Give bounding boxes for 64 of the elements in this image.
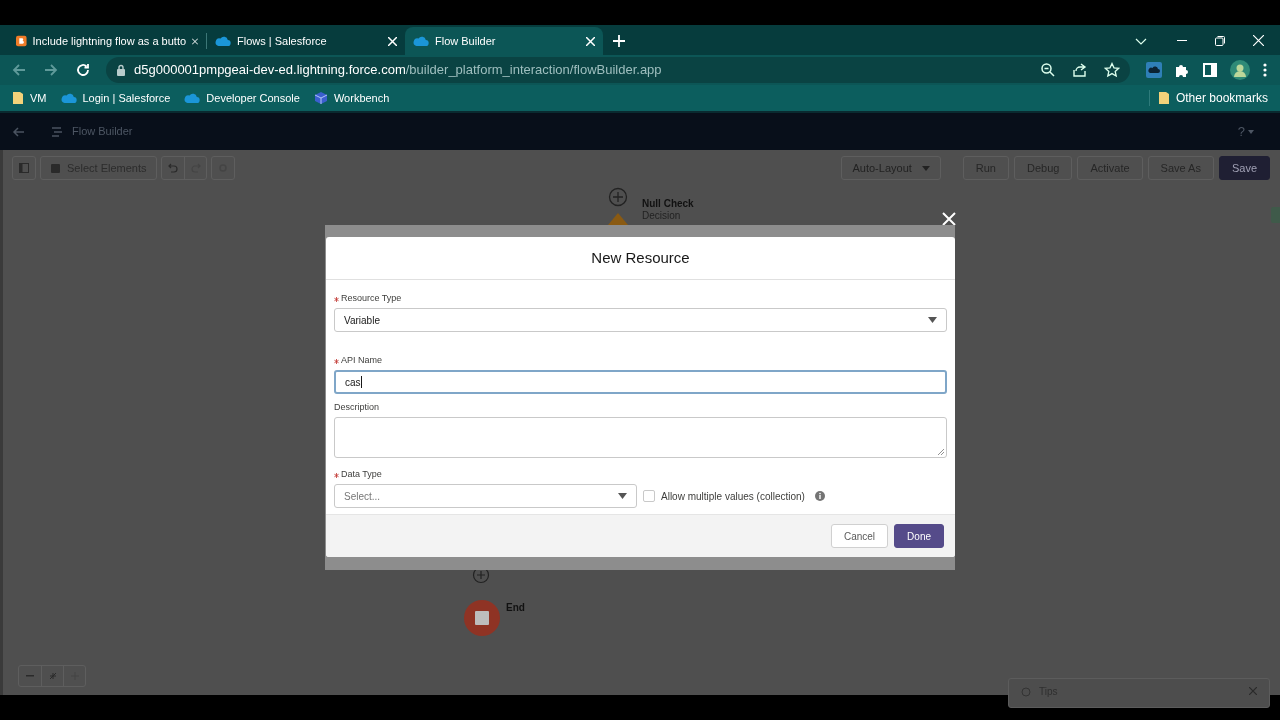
app-title: Flow Builder	[72, 124, 133, 140]
resize-handle-icon[interactable]	[938, 449, 944, 455]
node-title: End	[506, 601, 525, 615]
cloud-icon	[184, 92, 201, 104]
other-bookmarks[interactable]: Other bookmarks	[1157, 89, 1268, 107]
field-label: Description	[334, 401, 380, 415]
cancel-button[interactable]: Cancel	[830, 524, 889, 548]
address-bar[interactable]: d5g000001pmpgeai-dev-ed.lightning.force.com/builder_platform_interaction/flowBuilder.app	[106, 57, 1130, 83]
caret-icon	[618, 493, 627, 499]
lock-icon	[116, 64, 126, 76]
save-button[interactable]: Save	[1218, 156, 1270, 180]
info-icon[interactable]	[814, 491, 825, 501]
checkbox[interactable]	[643, 490, 655, 502]
folder-icon	[1157, 91, 1170, 105]
url-text: d5g000001pmpgeai-dev-ed.lightning.force.com/builder_platform_interaction/flowBuilder.app	[134, 61, 662, 80]
shrink-icon	[48, 672, 57, 680]
chevron-down-icon[interactable]	[1135, 38, 1147, 45]
field-label: Resource Type	[341, 292, 402, 306]
zoom-out-icon[interactable]	[1040, 62, 1056, 78]
caret-icon	[928, 317, 937, 323]
panel-toggle-button[interactable]	[12, 156, 36, 180]
done-button[interactable]: Done	[894, 524, 944, 548]
cloud-extension-icon[interactable]	[1146, 62, 1162, 78]
reload-icon[interactable]	[74, 61, 92, 79]
dropdown-field[interactable]: Select...	[334, 484, 637, 508]
cloud-icon	[215, 35, 231, 47]
field-label: API Name	[341, 354, 382, 368]
cloud-icon	[413, 35, 429, 47]
modal-title: New Resource	[591, 247, 690, 268]
cloud-icon	[60, 92, 77, 104]
cube-icon	[313, 91, 328, 105]
star-icon[interactable]	[1104, 62, 1120, 78]
extensions-icon[interactable]	[1174, 62, 1190, 78]
text-area-field[interactable]	[334, 417, 947, 458]
profile-avatar-icon[interactable]	[1230, 60, 1250, 80]
share-icon[interactable]	[1072, 62, 1088, 78]
field-label: Data Type	[341, 468, 382, 482]
new-tab-icon[interactable]	[613, 35, 625, 47]
bookmark[interactable]: Developer Console	[184, 89, 300, 107]
checkbox-icon	[51, 163, 61, 173]
bookmark[interactable]: Login | Salesforce	[60, 89, 171, 107]
end-node[interactable]	[463, 599, 501, 637]
panel-icon	[19, 163, 29, 173]
folder-icon	[12, 91, 24, 105]
caret-icon	[1248, 129, 1254, 134]
dropdown-field[interactable]: Variable	[334, 308, 947, 332]
blog-icon	[16, 33, 27, 49]
restore-icon[interactable]	[1215, 36, 1225, 46]
minimize-icon[interactable]	[1177, 40, 1187, 42]
text-input-field[interactable]: cas	[334, 370, 947, 394]
bookmark[interactable]: VM	[12, 89, 47, 107]
side-panel-icon[interactable]	[1202, 62, 1218, 78]
caret-icon	[921, 165, 930, 171]
undo-icon	[168, 163, 179, 173]
node-title: Null Check	[642, 198, 694, 210]
browser-tab[interactable]: Include lightning flow as a butto	[8, 27, 206, 55]
flow-icon	[50, 124, 64, 139]
checkbox-label: Allow multiple values (collection)	[661, 489, 805, 504]
browser-tab[interactable]: Flows | Salesforce	[207, 27, 405, 55]
menu-icon[interactable]	[1262, 62, 1268, 78]
browser-tab[interactable]: Flow Builder	[405, 27, 603, 55]
minus-icon	[26, 675, 34, 677]
bookmark[interactable]: Workbench	[313, 89, 390, 107]
back-icon[interactable]	[12, 124, 26, 139]
